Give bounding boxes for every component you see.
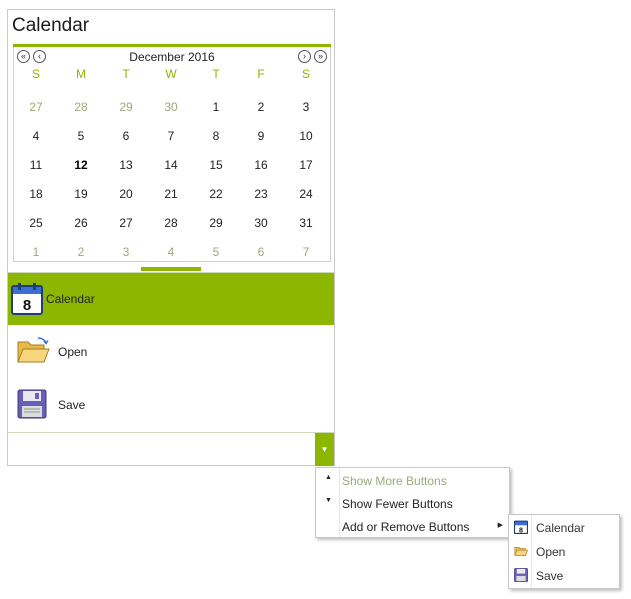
nav-item-save[interactable]: Save <box>8 379 334 431</box>
calendar-day[interactable]: 5 <box>59 129 103 143</box>
svg-text:8: 8 <box>23 297 31 314</box>
calendar-day[interactable]: 16 <box>239 158 283 172</box>
navigation-panel: Calendar « ‹ December 2016 › » S M T W T… <box>7 9 335 466</box>
next-year-button[interactable]: » <box>314 50 327 63</box>
weekday-label: T <box>212 67 220 81</box>
floppy-disk-icon <box>17 389 47 424</box>
calendar-day[interactable]: 19 <box>59 187 103 201</box>
submenu-item-save[interactable]: Save <box>509 564 619 587</box>
menu-item-label: Add or Remove Buttons <box>342 520 470 534</box>
calendar-day[interactable]: 21 <box>149 187 193 201</box>
menu-item-label: Show More Buttons <box>342 474 447 488</box>
calendar-day[interactable]: 27 <box>14 100 58 114</box>
calendar-day[interactable]: 2 <box>59 245 103 259</box>
calendar-day[interactable]: 6 <box>239 245 283 259</box>
weekday-label: F <box>257 67 265 81</box>
calendar-day[interactable]: 29 <box>104 100 148 114</box>
calendar-day[interactable]: 28 <box>149 216 193 230</box>
calendar-icon: 8 <box>513 520 529 534</box>
calendar-day[interactable]: 9 <box>239 129 283 143</box>
calendar-day[interactable]: 18 <box>14 187 58 201</box>
nav-item-label: Open <box>58 345 88 359</box>
calendar-day[interactable]: 4 <box>14 129 58 143</box>
calendar-day[interactable]: 5 <box>194 245 238 259</box>
nav-item-calendar[interactable]: 8 Calendar <box>8 273 334 325</box>
calendar-day[interactable]: 20 <box>104 187 148 201</box>
chevron-down-icon: ▼ <box>320 445 329 454</box>
menu-item-show-fewer-buttons[interactable]: ▼ Show Fewer Buttons <box>316 492 509 515</box>
calendar-day[interactable]: 1 <box>194 100 238 114</box>
calendar-day[interactable]: 30 <box>239 216 283 230</box>
folder-open-icon <box>16 336 50 371</box>
calendar-day[interactable]: 11 <box>14 158 58 172</box>
weekday-label: S <box>31 67 40 81</box>
calendar: « ‹ December 2016 › » S M T W T F S 27 2… <box>13 44 331 262</box>
calendar-day[interactable]: 8 <box>194 129 238 143</box>
calendar-day[interactable]: 13 <box>104 158 148 172</box>
calendar-day[interactable]: 6 <box>104 129 148 143</box>
svg-text:8: 8 <box>519 527 523 534</box>
triangle-down-icon: ▼ <box>325 497 332 504</box>
triangle-up-icon: ▲ <box>325 474 332 481</box>
calendar-day[interactable]: 23 <box>239 187 283 201</box>
calendar-day[interactable]: 14 <box>149 158 193 172</box>
nav-item-label: Calendar <box>46 292 95 306</box>
menu-item-add-remove-buttons[interactable]: Add or Remove Buttons ▶ <box>316 515 509 538</box>
calendar-day[interactable]: 22 <box>194 187 238 201</box>
calendar-day[interactable]: 15 <box>194 158 238 172</box>
calendar-icon: 8 <box>11 283 43 320</box>
month-label: December 2016 <box>129 50 215 64</box>
calendar-day[interactable]: 2 <box>239 100 283 114</box>
overflow-button-bar: ▼ <box>8 432 334 466</box>
calendar-accent-bar <box>13 44 331 47</box>
submenu-item-open[interactable]: Open <box>509 540 619 563</box>
calendar-day[interactable]: 28 <box>59 100 103 114</box>
calendar-day[interactable]: 1 <box>14 245 58 259</box>
nav-item-label: Save <box>58 398 86 412</box>
calendar-day[interactable]: 7 <box>284 245 328 259</box>
calendar-day[interactable]: 24 <box>284 187 328 201</box>
weekday-label: W <box>165 67 177 81</box>
calendar-day[interactable]: 30 <box>149 100 193 114</box>
calendar-day[interactable]: 26 <box>59 216 103 230</box>
calendar-day[interactable]: 7 <box>149 129 193 143</box>
nav-item-open[interactable]: Open <box>8 326 334 378</box>
calendar-day[interactable]: 3 <box>104 245 148 259</box>
panel-splitter-handle[interactable] <box>141 267 201 271</box>
add-remove-buttons-submenu: 8 Calendar Open Save <box>508 514 620 589</box>
configure-buttons-dropdown[interactable]: ▼ <box>315 433 334 466</box>
calendar-day[interactable]: 27 <box>104 216 148 230</box>
calendar-day[interactable]: 29 <box>194 216 238 230</box>
submenu-item-label: Save <box>536 569 564 583</box>
submenu-item-label: Calendar <box>536 521 585 535</box>
weekday-label: S <box>301 67 310 81</box>
menu-item-show-more-buttons[interactable]: ▲ Show More Buttons <box>316 469 509 492</box>
calendar-day[interactable]: 31 <box>284 216 328 230</box>
submenu-item-label: Open <box>536 545 566 559</box>
floppy-disk-icon <box>514 568 528 582</box>
submenu-arrow-icon: ▶ <box>497 522 503 529</box>
calendar-day[interactable]: 25 <box>14 216 58 230</box>
configure-buttons-menu: ▲ Show More Buttons ▼ Show Fewer Buttons… <box>315 467 510 538</box>
weekday-label: M <box>76 67 86 81</box>
calendar-day[interactable]: 4 <box>149 245 193 259</box>
calendar-day[interactable]: 17 <box>284 158 328 172</box>
weekday-label: T <box>122 67 130 81</box>
menu-item-label: Show Fewer Buttons <box>342 497 453 511</box>
calendar-day-selected[interactable]: 12 <box>59 158 103 172</box>
folder-open-icon <box>514 544 529 558</box>
next-month-button[interactable]: › <box>298 50 311 63</box>
panel-title: Calendar <box>12 15 90 36</box>
calendar-day[interactable]: 10 <box>284 129 328 143</box>
calendar-day[interactable]: 3 <box>284 100 328 114</box>
submenu-item-calendar[interactable]: 8 Calendar <box>509 516 619 539</box>
